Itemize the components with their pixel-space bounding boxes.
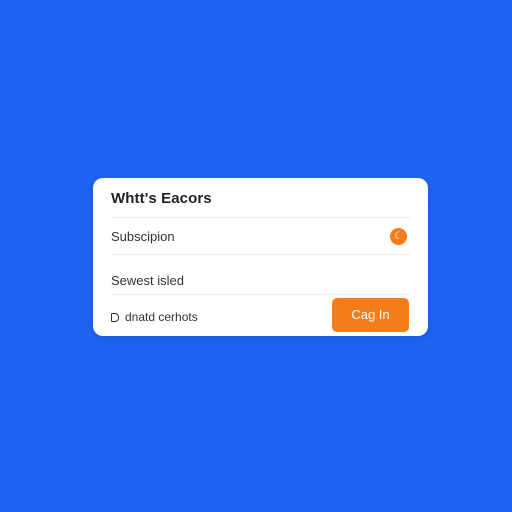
- setting-label: Sewest isled: [111, 273, 184, 288]
- divider: [111, 294, 410, 295]
- checkbox-icon[interactable]: [111, 312, 119, 322]
- divider: [111, 254, 410, 255]
- toggle-icon[interactable]: ☾: [390, 228, 407, 245]
- dialog-title: Whtt's Eacors: [111, 190, 212, 207]
- checkbox-label: dnatd cerhots: [125, 310, 198, 324]
- login-button[interactable]: Cag In: [332, 298, 409, 332]
- login-dialog: Whtt's Eacors Subscipion ☾ Sewest isled …: [93, 178, 428, 336]
- remember-checkbox-row[interactable]: dnatd cerhots: [111, 310, 198, 324]
- subscription-label: Subscipion: [111, 229, 175, 244]
- divider: [111, 217, 410, 218]
